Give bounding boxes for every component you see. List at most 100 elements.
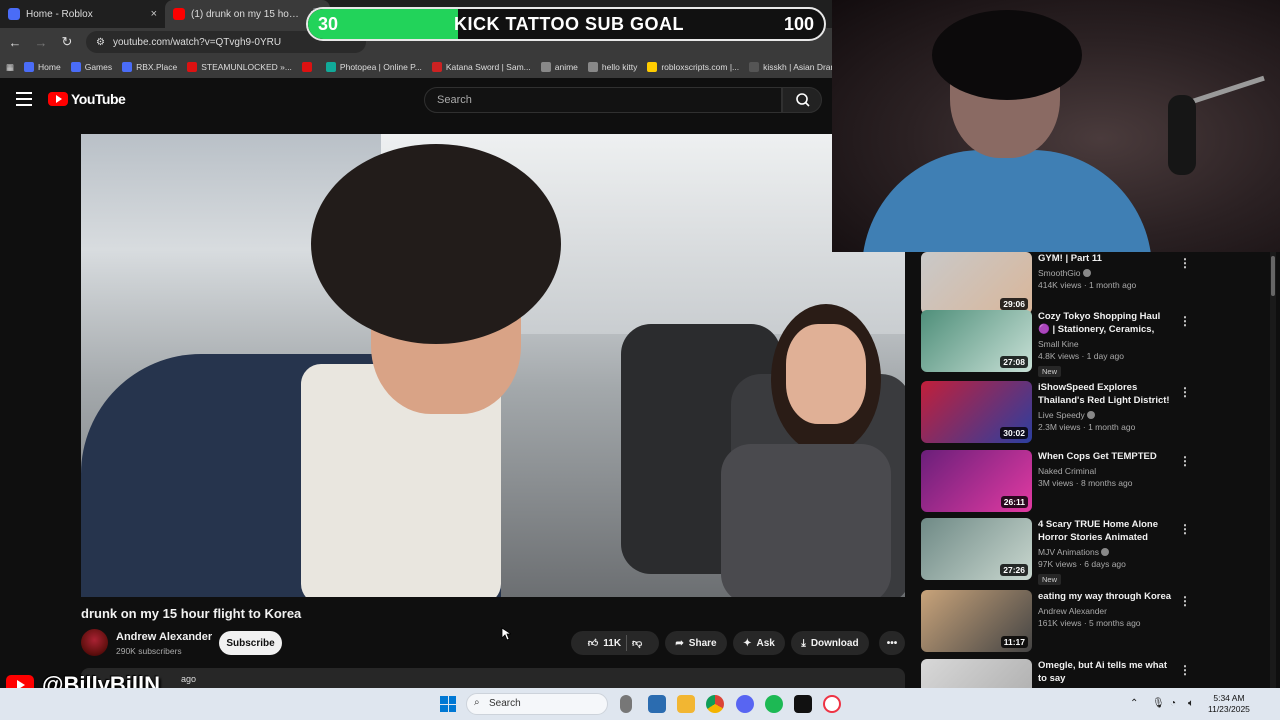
bookmark-item[interactable]: anime — [540, 62, 578, 72]
bookmark-label: Katana Sword | Sam... — [445, 62, 531, 72]
recommended-video[interactable]: 27:26 4 Scary TRUE Home Alone Horror Stor… — [921, 518, 1261, 585]
bookmark-item[interactable]: robloxscripts.com |... — [647, 62, 739, 72]
channel-name[interactable]: Naked Criminal — [1038, 466, 1173, 476]
search-input[interactable]: Search — [424, 87, 782, 113]
tab-title: (1) drunk on my 15 hour fli — [191, 8, 303, 20]
video-meta: 97K views · 6 days ago — [1038, 559, 1126, 569]
bookmark-item[interactable]: RBX.Place — [122, 62, 177, 72]
video-thumbnail[interactable]: 11:17 — [921, 590, 1032, 652]
bookmark-item[interactable]: Photopea | Online P... — [325, 62, 422, 72]
site-info-icon[interactable]: ⚙ — [96, 37, 105, 48]
more-vertical-icon[interactable]: ⋮ — [1179, 385, 1191, 399]
channel-name[interactable]: Andrew Alexander — [116, 631, 212, 643]
bookmark-item[interactable]: STEAMUNLOCKED »... — [187, 62, 292, 72]
forward-icon[interactable]: → — [34, 35, 48, 50]
volume-icon[interactable]: 🔈︎ — [1188, 698, 1194, 709]
more-vertical-icon[interactable]: ⋮ — [1179, 663, 1191, 677]
bookmark-item[interactable] — [301, 62, 316, 72]
bookmark-item[interactable]: hello kitty — [587, 62, 637, 72]
channel-label: Naked Criminal — [1038, 466, 1097, 476]
download-button[interactable]: ⤓ Download — [791, 631, 869, 655]
more-vertical-icon[interactable]: ⋮ — [1179, 594, 1191, 608]
wifi-icon[interactable]: ◔ — [1170, 698, 1176, 709]
video-title[interactable]: Cozy Tokyo Shopping Haul 🟣 | Stationery,… — [1038, 310, 1173, 336]
app-icon[interactable] — [794, 695, 812, 713]
windows-start-icon[interactable] — [440, 696, 456, 712]
video-thumbnail[interactable]: 26:11 — [921, 450, 1032, 512]
video-thumbnail[interactable]: 30:02 — [921, 381, 1032, 443]
scrollbar-thumb[interactable] — [1271, 256, 1275, 296]
chrome-icon[interactable] — [706, 695, 724, 713]
recommended-video[interactable]: 29:06 GYM! | Part 11 SmoothGio 414K views ·… — [921, 252, 1261, 316]
video-thumbnail[interactable]: 27:08 — [921, 310, 1032, 372]
channel-name[interactable]: Andrew Alexander — [1038, 606, 1173, 616]
divider — [626, 635, 628, 651]
video-title[interactable]: When Cops Get TEMPTED — [1038, 450, 1173, 463]
taskbar-search[interactable]: ⌕ Search — [466, 693, 608, 715]
microphone-tray-icon[interactable]: 🎙︎ — [1152, 698, 1165, 709]
discord-icon[interactable] — [736, 695, 754, 713]
channel-name[interactable]: Small Kine — [1038, 339, 1173, 349]
video-player[interactable] — [81, 134, 905, 597]
recommended-video[interactable]: 11:17 eating my way through Korea Andrew A… — [921, 590, 1261, 654]
share-button[interactable]: ➦ Share — [665, 631, 727, 655]
recommended-video[interactable]: 27:08 Cozy Tokyo Shopping Haul 🟣 | Statio… — [921, 310, 1261, 377]
subscribe-button[interactable]: Subscribe — [219, 631, 282, 655]
video-thumbnail[interactable]: 29:06 — [921, 252, 1032, 314]
recommended-video[interactable]: 26:11 When Cops Get TEMPTED Naked Criminal… — [921, 450, 1261, 514]
video-duration: 29:06 — [1000, 298, 1028, 310]
spotify-icon[interactable] — [765, 695, 783, 713]
channel-name[interactable]: Live Speedy — [1038, 410, 1173, 420]
bookmark-item[interactable]: Katana Sword | Sam... — [431, 62, 531, 72]
recommended-video[interactable]: 30:02 iShowSpeed Explores Thailand's Red … — [921, 381, 1261, 445]
video-title[interactable]: eating my way through Korea — [1038, 590, 1173, 603]
opera-icon[interactable] — [823, 695, 841, 713]
search-button[interactable] — [782, 87, 822, 113]
youtube-logo[interactable]: YouTube — [48, 91, 126, 107]
clock[interactable]: 5:34 AM 11/23/2025 — [1208, 693, 1250, 715]
more-vertical-icon[interactable]: ⋮ — [1179, 314, 1191, 328]
tab-roblox[interactable]: Home - Roblox × — [0, 0, 165, 28]
description-box[interactable]: ago — [81, 668, 905, 690]
video-title[interactable]: iShowSpeed Explores Thailand's Red Light… — [1038, 381, 1173, 407]
like-count: 11K — [603, 637, 622, 649]
bookmark-icon — [647, 62, 658, 72]
more-vertical-icon[interactable]: ⋮ — [1179, 454, 1191, 468]
bookmark-item[interactable]: Games — [70, 62, 112, 72]
thumbs-down-icon[interactable]: 👎︎ — [632, 637, 642, 649]
scrollbar[interactable] — [1270, 252, 1276, 688]
hamburger-menu-icon[interactable] — [16, 92, 32, 106]
bookmark-icon — [431, 62, 442, 72]
channel-name[interactable]: MJV Animations — [1038, 547, 1173, 557]
taskbar-search-label: Search — [489, 698, 521, 709]
photos-app-icon[interactable] — [648, 695, 666, 713]
webcam-hair — [932, 10, 1082, 100]
bookmark-label: kisskh | Asian Dram... — [763, 62, 832, 72]
channel-name[interactable]: SmoothGio — [1038, 268, 1173, 278]
video-title[interactable]: 4 Scary TRUE Home Alone Horror Stories A… — [1038, 518, 1173, 544]
channel-avatar[interactable] — [81, 629, 108, 656]
subscriber-count: 290K subscribers — [116, 646, 182, 656]
file-explorer-icon[interactable] — [677, 695, 695, 713]
video-title[interactable]: Omegle, but Ai tells me what to say — [1038, 659, 1173, 685]
more-actions-button[interactable]: ••• — [879, 631, 905, 655]
like-dislike-group: 👍︎ 11K 👎︎ — [571, 631, 659, 655]
mouse-app-icon[interactable] — [620, 695, 632, 713]
more-vertical-icon[interactable]: ⋮ — [1179, 522, 1191, 536]
ask-button[interactable]: ✦ Ask — [733, 631, 785, 655]
reload-icon[interactable]: ↻ — [60, 34, 74, 50]
roblox-favicon-icon — [8, 8, 20, 20]
bookmark-item[interactable]: Home — [24, 62, 61, 72]
back-icon[interactable]: ← — [8, 35, 22, 50]
video-title[interactable]: GYM! | Part 11 — [1038, 252, 1173, 265]
apps-icon[interactable]: ▦ — [6, 62, 14, 73]
tray-chevron-icon[interactable]: ⌃ — [1130, 698, 1138, 709]
like-button[interactable]: 👍︎ 11K — [588, 637, 622, 650]
bookmark-item[interactable]: kisskh | Asian Dram... — [749, 62, 832, 72]
bookmark-icon — [325, 62, 336, 72]
youtube-favicon-icon — [173, 8, 185, 20]
tab-close-icon[interactable]: × — [151, 8, 157, 20]
bookmark-icon — [122, 62, 133, 72]
video-thumbnail[interactable]: 27:26 — [921, 518, 1032, 580]
more-vertical-icon[interactable]: ⋮ — [1179, 256, 1191, 270]
